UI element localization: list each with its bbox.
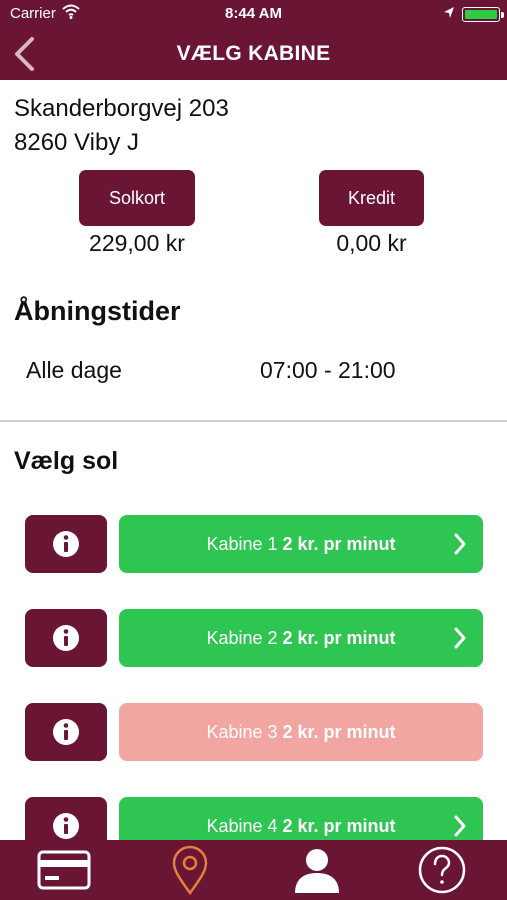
cabin-name: Kabine 4 [206,815,278,836]
solkort-button[interactable]: Solkort [79,170,195,226]
tab-bar [0,840,507,900]
section-divider [0,420,507,422]
salon-address: Skanderborgvej 203 8260 Viby J [14,92,229,160]
battery-icon [462,7,504,22]
location-arrow-icon [443,6,455,24]
kredit-button[interactable]: Kredit [319,170,424,226]
credit-card-icon [37,850,91,890]
solkort-balance: Solkort 229,00 kr [79,170,195,257]
info-icon [53,719,79,745]
info-button[interactable] [25,703,107,761]
cabin-row: Kabine 32 kr. pr minut [25,703,483,761]
cabin-name: Kabine 3 [206,721,278,742]
chevron-right-icon [454,533,466,555]
kredit-amount: 0,00 kr [336,230,407,256]
nav-bar: VÆLG KABINE [0,28,507,80]
cabin-row: Kabine 12 kr. pr minut [25,515,483,573]
select-sun-heading: Vælg sol [14,447,119,475]
kredit-balance: Kredit 0,00 kr [319,170,424,257]
tab-profile[interactable] [273,840,361,900]
cabin-price: 2 kr. pr minut [282,533,396,554]
status-bar: Carrier 8:44 AM [0,0,507,28]
opening-hours-days: Alle dage [26,357,122,383]
map-pin-icon [172,845,208,896]
info-icon [53,625,79,651]
tab-locations[interactable] [146,840,234,900]
info-button[interactable] [25,609,107,667]
help-icon [418,846,466,894]
cabin-price: 2 kr. pr minut [282,627,396,648]
opening-hours-heading: Åbningstider [14,296,181,326]
tab-help[interactable] [398,840,486,900]
address-street: Skanderborgvej 203 [14,95,229,122]
cabin-select-button[interactable]: Kabine 22 kr. pr minut [119,609,483,667]
cabin-row: Kabine 22 kr. pr minut [25,609,483,667]
cabin-select-button[interactable]: Kabine 32 kr. pr minut [119,703,483,761]
info-icon [53,531,79,557]
info-icon [53,813,79,839]
chevron-right-icon [454,815,466,837]
address-city: 8260 Viby J [14,129,139,156]
cabin-name: Kabine 1 [206,533,278,554]
cabin-price: 2 kr. pr minut [282,815,396,836]
cabin-select-button[interactable]: Kabine 12 kr. pr minut [119,515,483,573]
tab-payment[interactable] [20,840,108,900]
info-button[interactable] [25,515,107,573]
clock: 8:44 AM [225,5,282,22]
chevron-right-icon [454,627,466,649]
user-icon [295,849,339,893]
solkort-amount: 229,00 kr [89,230,185,256]
opening-hours-time: 07:00 - 21:00 [260,357,396,383]
page-title: VÆLG KABINE [176,42,331,65]
cabin-name: Kabine 2 [206,627,278,648]
cabin-price: 2 kr. pr minut [282,721,396,742]
